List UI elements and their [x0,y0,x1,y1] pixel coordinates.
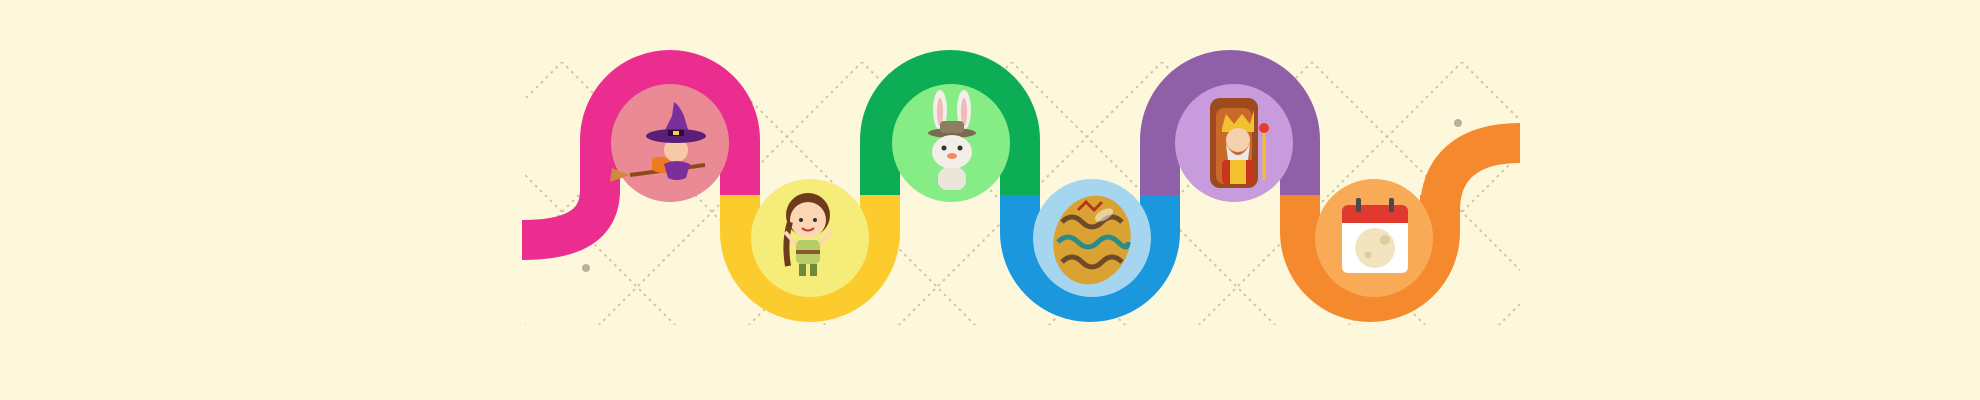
grid-dot [582,264,590,272]
grid-dot [1454,119,1462,127]
grid-line [1612,62,1875,325]
grid-line [525,323,526,325]
grid-line [1762,62,1980,325]
grid-line [1498,302,1520,325]
diagram-canvas [0,50,1980,325]
grid-line [1461,62,1520,122]
road-segment-end-tail [1420,123,1521,211]
calendar-full-moon-icon [1342,198,1408,273]
grid-line [525,62,563,101]
grid-line [149,62,412,325]
grid-line [0,62,262,325]
timeline-road-diagram [0,0,1980,400]
